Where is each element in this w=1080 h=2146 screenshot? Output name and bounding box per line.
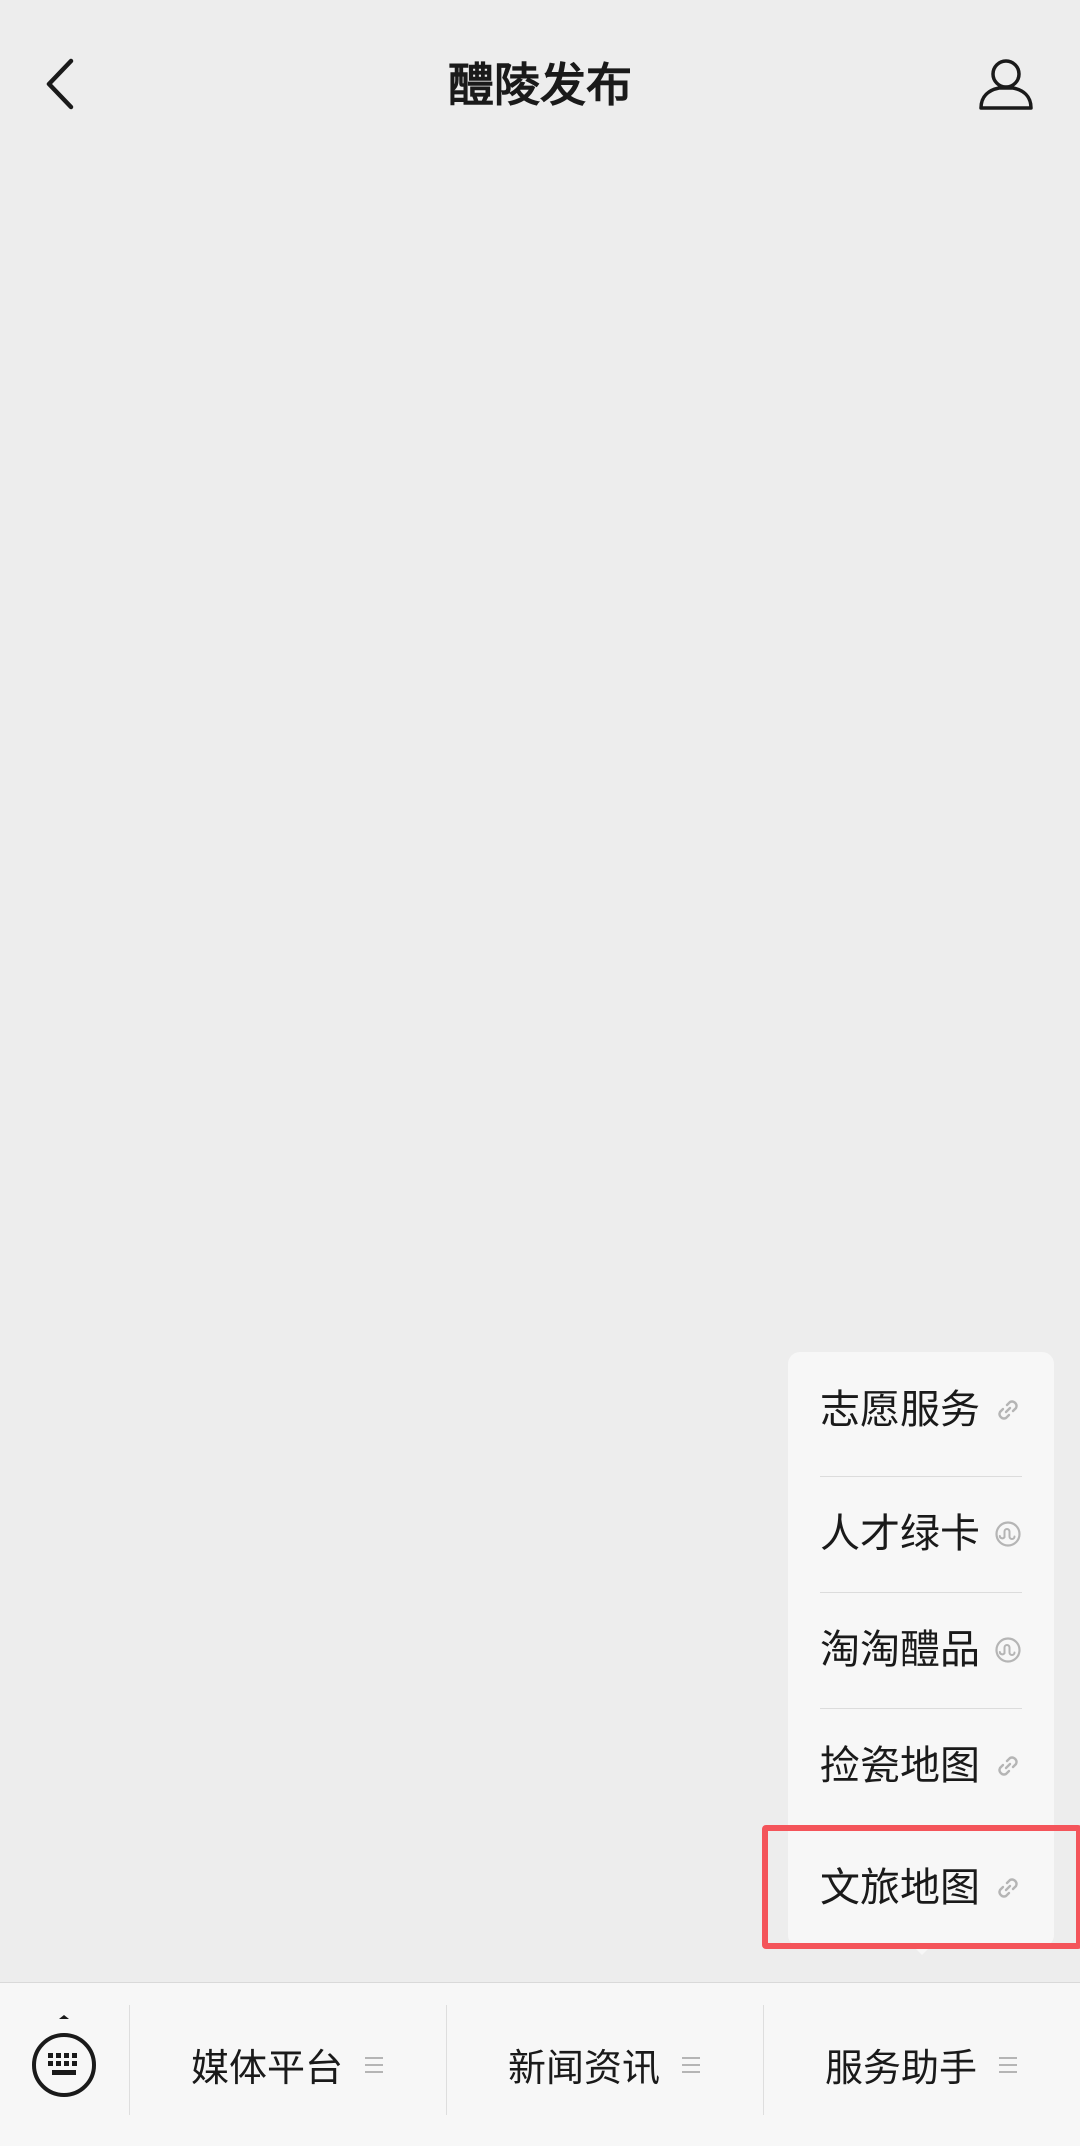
service-submenu: 志愿服务 人才绿卡 淘淘醴品 捡瓷地图 文旅地图 [788,1352,1054,1947]
submenu-item-talent-card[interactable]: 人才绿卡 [788,1476,1054,1592]
mini-program-icon [995,1521,1021,1547]
submenu-item-label: 捡瓷地图 [820,1743,980,1789]
link-icon [998,1400,1018,1420]
link-icon [998,1878,1018,1898]
back-button[interactable] [30,48,90,120]
menu-label: 媒体平台 [190,2046,343,2090]
submenu-item-label: 淘淘醴品 [820,1627,980,1673]
link-icon [998,1756,1018,1776]
menu-lines-icon [999,2056,1017,2073]
chevron-left-icon [46,58,74,110]
bottom-menu-bar: 媒体平台 新闻资讯 服务助手 [0,1982,1080,2146]
submenu-item-label: 志愿服务 [820,1387,980,1433]
submenu-item-culture-tourism-map[interactable]: 文旅地图 [788,1830,1054,1946]
menu-service-assistant[interactable]: 服务助手 [764,1983,1080,2146]
menu-lines-icon [365,2056,383,2073]
menu-label: 服务助手 [824,2046,977,2090]
submenu-pointer [908,1941,936,1955]
submenu-item-taotao-liping[interactable]: 淘淘醴品 [788,1592,1054,1708]
menu-media-platform[interactable]: 媒体平台 [130,1983,446,2146]
profile-button[interactable] [970,48,1042,120]
submenu-item-label: 文旅地图 [820,1865,980,1911]
mini-program-icon [995,1637,1021,1663]
submenu-item-label: 人才绿卡 [820,1511,980,1557]
keyboard-icon [32,2015,96,2097]
menu-label: 新闻资讯 [507,2046,660,2090]
submenu-item-porcelain-map[interactable]: 捡瓷地图 [788,1708,1054,1824]
submenu-item-volunteer[interactable]: 志愿服务 [788,1352,1054,1468]
page-title: 醴陵发布 [448,58,632,112]
menu-lines-icon [682,2056,700,2073]
menu-news[interactable]: 新闻资讯 [447,1983,763,2146]
user-icon [979,59,1033,110]
top-nav-bar: 醴陵发布 [0,0,1080,170]
keyboard-toggle-button[interactable] [28,2015,100,2105]
